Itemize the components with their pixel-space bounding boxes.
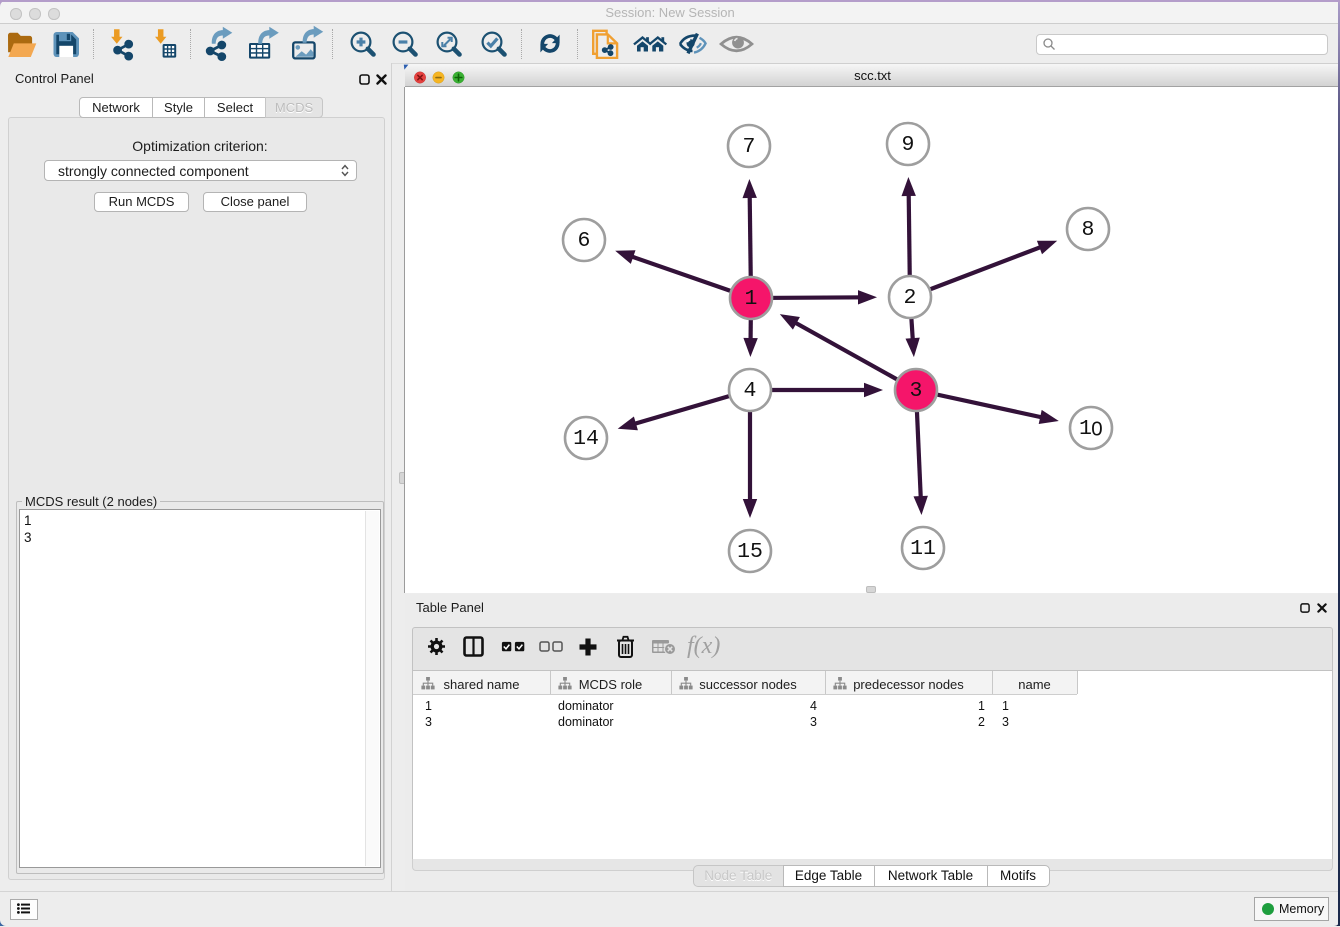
svg-text:8: 8 — [1082, 218, 1095, 242]
svg-text:7: 7 — [743, 135, 756, 159]
svg-text:1: 1 — [1079, 417, 1092, 441]
svg-text:2: 2 — [904, 286, 917, 310]
svg-text:6: 6 — [578, 229, 591, 253]
svg-text:9: 9 — [902, 133, 915, 157]
svg-text:11: 11 — [910, 537, 936, 561]
svg-text:0: 0 — [1091, 418, 1102, 441]
svg-text:3: 3 — [910, 379, 923, 403]
svg-text:4: 4 — [744, 379, 757, 403]
svg-text:14: 14 — [573, 427, 599, 451]
svg-text:15: 15 — [737, 540, 763, 564]
svg-text:1: 1 — [745, 287, 758, 311]
